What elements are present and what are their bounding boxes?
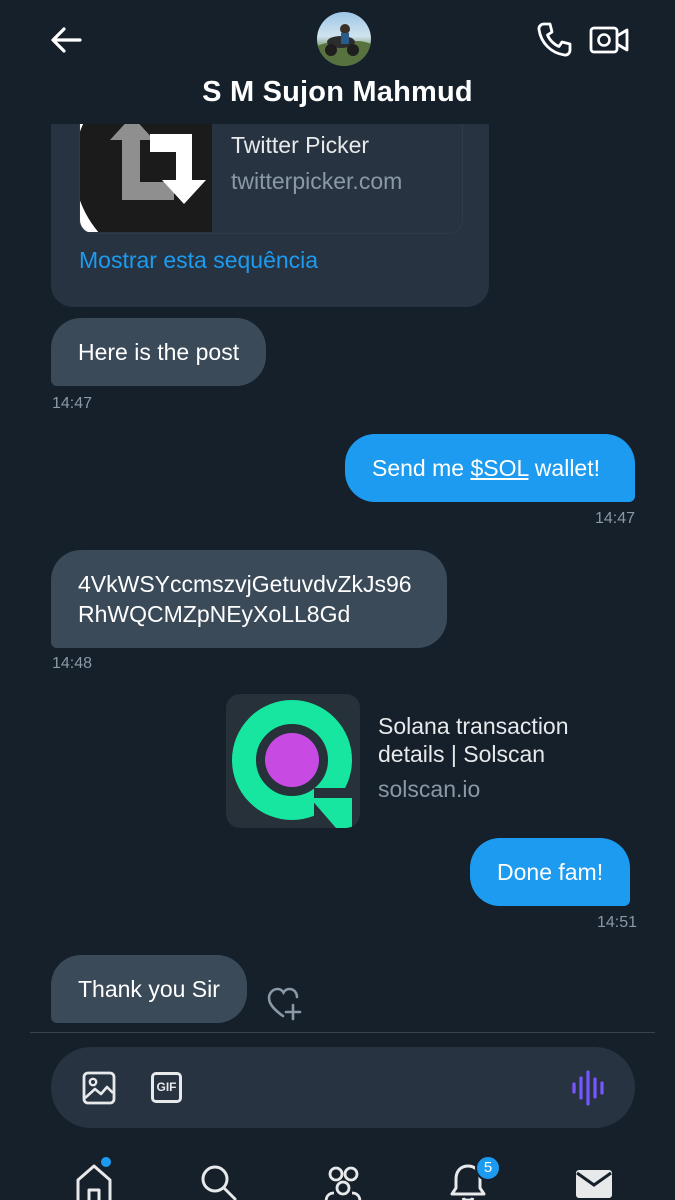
twitter-picker-link-message[interactable]: Twitter Picker twitterpicker.com Mostrar… xyxy=(51,100,489,307)
message-text: Thank you Sir xyxy=(78,976,220,1002)
bottom-tab-bar xyxy=(0,1140,675,1200)
message-timestamp: 14:48 xyxy=(52,655,93,672)
message-composer[interactable]: GIF xyxy=(51,1047,635,1128)
incoming-message-bubble[interactable]: 4VkWSYccmszvjGetuvdvZkJs96 RhWQCMZpNEyXo… xyxy=(51,550,447,648)
conversation-header: S M Sujon Mahmud xyxy=(0,0,675,124)
gif-label: GIF xyxy=(151,1072,182,1103)
message-timestamp: 14:47 xyxy=(52,395,93,412)
link-card-title: Twitter Picker xyxy=(231,132,370,158)
message-thread[interactable]: Twitter Picker twitterpicker.com Mostrar… xyxy=(0,0,675,1030)
solscan-link-message[interactable]: Solana transaction details | Solscan sol… xyxy=(226,694,626,828)
image-icon[interactable] xyxy=(81,1070,117,1106)
message-text-start: Send me xyxy=(372,455,471,481)
phone-icon[interactable] xyxy=(534,20,574,60)
incoming-message-bubble[interactable]: Thank you Sir xyxy=(51,955,247,1023)
envelope-icon[interactable] xyxy=(574,1162,614,1200)
avatar[interactable] xyxy=(317,12,371,66)
link-card-title: Solana transaction details | Solscan xyxy=(378,713,569,767)
notification-count-badge: 5 xyxy=(475,1155,501,1181)
gif-button[interactable]: GIF xyxy=(149,1070,185,1106)
message-timestamp: 14:51 xyxy=(597,914,638,931)
link-card-domain: solscan.io xyxy=(378,776,481,802)
voice-waveform-icon[interactable] xyxy=(569,1069,609,1107)
cashtag-link[interactable]: $SOL xyxy=(470,455,528,481)
outgoing-message-bubble[interactable]: Done fam! xyxy=(470,838,631,906)
wallet-address-line-2: RhWQCMZpNEyXoLL8Gd xyxy=(78,601,351,627)
contact-name[interactable]: S M Sujon Mahmud xyxy=(0,76,675,109)
incoming-message-bubble[interactable]: Here is the post xyxy=(51,318,267,386)
video-camera-icon[interactable] xyxy=(588,20,630,60)
message-text-end: wallet! xyxy=(528,455,601,481)
search-icon[interactable] xyxy=(198,1162,238,1200)
home-icon[interactable] xyxy=(74,1162,114,1200)
arrow-left-icon[interactable] xyxy=(48,22,84,58)
wallet-address-line-1: 4VkWSYccmszvjGetuvdvZkJs96 xyxy=(78,571,412,597)
composer-divider xyxy=(30,1032,655,1033)
message-timestamp: 14:47 xyxy=(595,510,636,527)
communities-icon[interactable] xyxy=(322,1162,362,1200)
solscan-logo-image xyxy=(226,694,360,828)
link-card-domain: twitterpicker.com xyxy=(231,168,403,194)
add-reaction-heart-icon[interactable] xyxy=(266,986,304,1022)
message-text: Done fam! xyxy=(497,859,604,885)
show-thread-link[interactable]: Mostrar esta sequência xyxy=(79,247,318,274)
outgoing-message-bubble[interactable]: Send me $SOL wallet! xyxy=(345,434,635,502)
home-unread-dot xyxy=(101,1157,111,1167)
message-text: Here is the post xyxy=(78,339,240,365)
